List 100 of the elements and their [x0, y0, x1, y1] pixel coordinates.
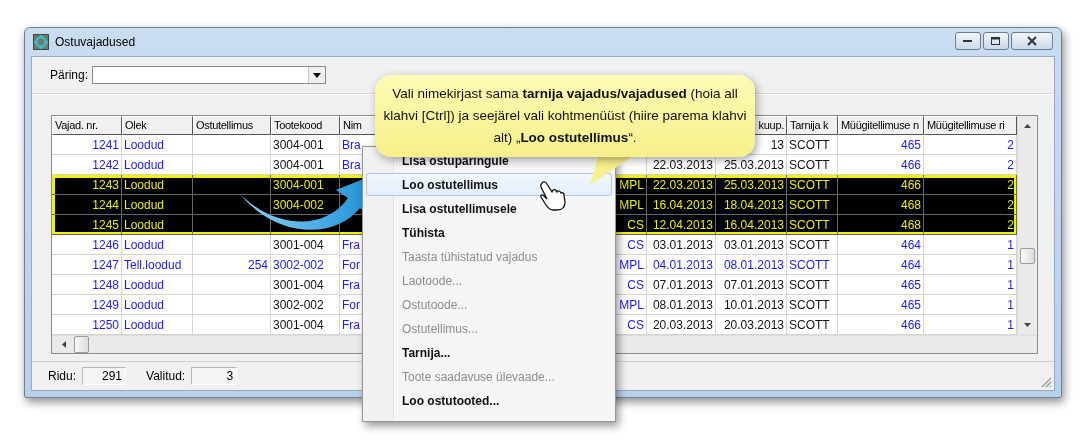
table-cell: SCOTT — [789, 217, 830, 232]
table-cell: Bra — [342, 157, 361, 172]
table-cell: SCOTT — [789, 237, 830, 252]
table-cell: For — [342, 257, 360, 272]
table-cell: MPL — [619, 177, 644, 192]
table-cell: 3001-004 — [273, 277, 324, 292]
table-cell: Fra — [342, 237, 360, 252]
table-cell: 1243 — [92, 177, 119, 192]
table-cell: 464 — [900, 237, 921, 252]
table-cell: 20.03.2013 — [723, 317, 784, 332]
table-cell: 1249 — [92, 297, 119, 312]
table-cell: Loodud — [124, 237, 165, 252]
table-cell: 465 — [900, 277, 921, 292]
table-cell: MPL — [619, 297, 644, 312]
table-cell: 04.01.2013 — [652, 257, 713, 272]
table-cell: Fra — [342, 317, 360, 332]
callout-text: Vali nimekirjast sama tarnija vajadus/vajadused (hoia all klahvi [Ctrl]) ja seejärel vali kohtmenüüst (hiire parema klahvi alt) „Loo ostutellimus“. — [383, 85, 747, 147]
table-cell: 1 — [1007, 297, 1014, 312]
table-cell: Loodud — [124, 197, 165, 212]
table-cell: 465 — [900, 137, 921, 152]
table-cell: Loodud — [124, 297, 165, 312]
table-cell: 12.04.2013 — [652, 217, 713, 232]
table-cell: 2 — [1007, 137, 1014, 152]
table-cell: SCOTT — [789, 157, 830, 172]
table-cell: 1245 — [92, 217, 119, 232]
table-cell: 16.04.2013 — [652, 197, 713, 212]
table-cell: 3001-004 — [273, 317, 324, 332]
table-cell: CS — [627, 277, 644, 292]
table-cell: Loodud — [124, 177, 165, 192]
table-cell: 16.04.2013 — [723, 217, 784, 232]
table-cell: 3002-002 — [273, 257, 324, 272]
table-cell: 1246 — [92, 237, 119, 252]
table-cell: 22.03.2013 — [652, 177, 713, 192]
table-cell: 465 — [900, 297, 921, 312]
table-cell: 03.01.2013 — [723, 237, 784, 252]
table-cell: 08.01.2013 — [652, 297, 713, 312]
table-cell: 07.01.2013 — [723, 277, 784, 292]
selected-count: 3 — [191, 367, 238, 385]
table-cell: 466 — [900, 317, 921, 332]
table-cell: 1241 — [92, 137, 119, 152]
table-cell: 1244 — [92, 197, 119, 212]
table-cell: 2 — [1007, 157, 1014, 172]
table-cell: 3004-001 — [273, 157, 324, 172]
table-cell: 13 — [770, 137, 784, 152]
table-cell: 20.03.2013 — [652, 317, 713, 332]
table-cell: MPL — [619, 257, 644, 272]
table-cell: CS — [627, 237, 644, 252]
query-label: Päring: — [50, 68, 89, 82]
table-cell: 3001-004 — [273, 237, 324, 252]
table-cell: 08.01.2013 — [723, 257, 784, 272]
selected-label: Valitud: — [146, 369, 186, 383]
table-cell: Bra — [342, 137, 361, 152]
table-cell: 254 — [247, 257, 268, 272]
table-cell: 1 — [1007, 317, 1014, 332]
table-cell: Loodud — [124, 277, 165, 292]
table-cell: CS — [627, 217, 644, 232]
table-cell: Loodud — [124, 217, 165, 232]
table-cell: Loodud — [124, 317, 165, 332]
table-cell: 07.01.2013 — [652, 277, 713, 292]
table-cell: 1 — [1007, 237, 1014, 252]
table-cell: Tell.loodud — [124, 257, 182, 272]
table-cell: SCOTT — [789, 297, 830, 312]
table-cell: 03.01.2013 — [652, 237, 713, 252]
table-cell: 3004-001 — [273, 137, 324, 152]
table-cell: 1248 — [92, 277, 119, 292]
table-cell: 10.01.2013 — [723, 297, 784, 312]
table-cell: 466 — [900, 177, 921, 192]
table-cell: 1 — [1007, 257, 1014, 272]
table-cell: 25.03.2013 — [723, 177, 784, 192]
table-cell: 3002-002 — [273, 297, 324, 312]
table-cell: 466 — [900, 157, 921, 172]
table-cell: SCOTT — [789, 137, 830, 152]
table-cell: 1242 — [92, 157, 119, 172]
window-title: Ostuvajadused — [55, 35, 136, 49]
table-cell: 2 — [1007, 197, 1014, 212]
table-cell: SCOTT — [789, 317, 830, 332]
table-cell: SCOTT — [789, 197, 830, 212]
table-cell: MPL — [619, 197, 644, 212]
table-cell: 18.04.2013 — [723, 197, 784, 212]
table-cell: 2 — [1007, 217, 1014, 232]
table-cell: 1247 — [92, 257, 119, 272]
table-cell: SCOTT — [789, 277, 830, 292]
table-cell: 1 — [1007, 277, 1014, 292]
table-cell: Loodud — [124, 137, 165, 152]
table-cell: For — [342, 297, 360, 312]
table-cell: Fra — [342, 277, 360, 292]
table-cell: Loodud — [124, 157, 165, 172]
table-cell: SCOTT — [789, 257, 830, 272]
table-cell: 464 — [900, 257, 921, 272]
table-cell: 25.03.2013 — [723, 157, 784, 172]
table-cell: 3004-002 — [273, 197, 324, 212]
table-cell: SCOTT — [789, 177, 830, 192]
table-cell: 468 — [900, 197, 921, 212]
table-cell: 1250 — [92, 317, 119, 332]
rows-count: 291 — [82, 367, 126, 385]
table-cell: 2 — [1007, 177, 1014, 192]
table-cell: 22.03.2013 — [652, 157, 713, 172]
rows-label: Ridu: — [48, 369, 76, 383]
table-cell: 3004-001 — [273, 177, 324, 192]
table-cell: 468 — [900, 217, 921, 232]
